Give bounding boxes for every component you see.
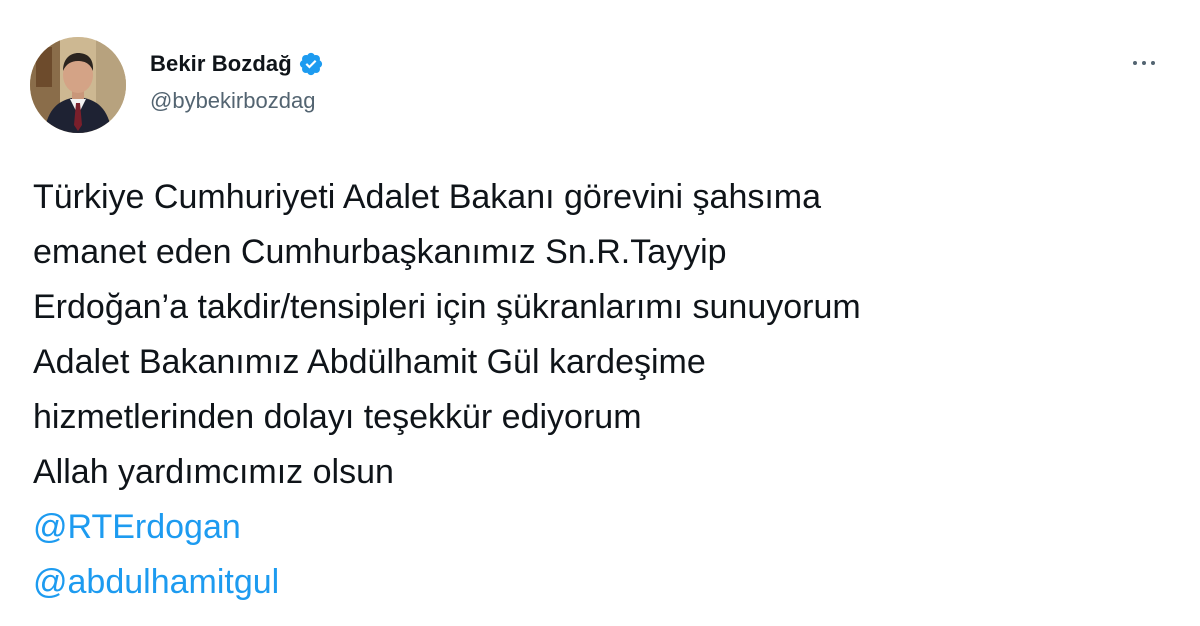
tweet-text-line: Erdoğan’a takdir/tensipleri için şükranl… (33, 288, 861, 326)
tweet-text: Türkiye Cumhuriyeti Adalet Bakanı görevi… (33, 170, 1173, 610)
mention-link-abdulhamitgul[interactable]: @abdulhamitgul (33, 555, 1173, 610)
more-options-icon[interactable] (1118, 50, 1170, 76)
author-display-name[interactable]: Bekir Bozdağ (150, 51, 292, 77)
author-handle[interactable]: @bybekirbozdag (150, 88, 315, 114)
tweet-card: Bekir Bozdağ @bybekirbozdag Türkiye Cumh… (0, 0, 1200, 626)
tweet-text-line: Türkiye Cumhuriyeti Adalet Bakanı görevi… (33, 178, 822, 216)
tweet-text-line: Allah yardımcımız olsun (33, 453, 394, 491)
tweet-text-line: Adalet Bakanımız Abdülhamit Gül kardeşim… (33, 343, 706, 381)
tweet-text-line: hizmetlerinden dolayı teşekkür ediyorum (33, 398, 642, 436)
mention-link-rterdogan[interactable]: @RTErdogan (33, 500, 1173, 555)
avatar[interactable] (30, 37, 126, 133)
avatar-photo (30, 37, 126, 133)
verified-badge-icon (298, 51, 324, 77)
tweet-text-line: emanet eden Cumhurbaşkanımız Sn.R.Tayyip (33, 233, 727, 271)
author-name-row: Bekir Bozdağ (150, 48, 324, 80)
